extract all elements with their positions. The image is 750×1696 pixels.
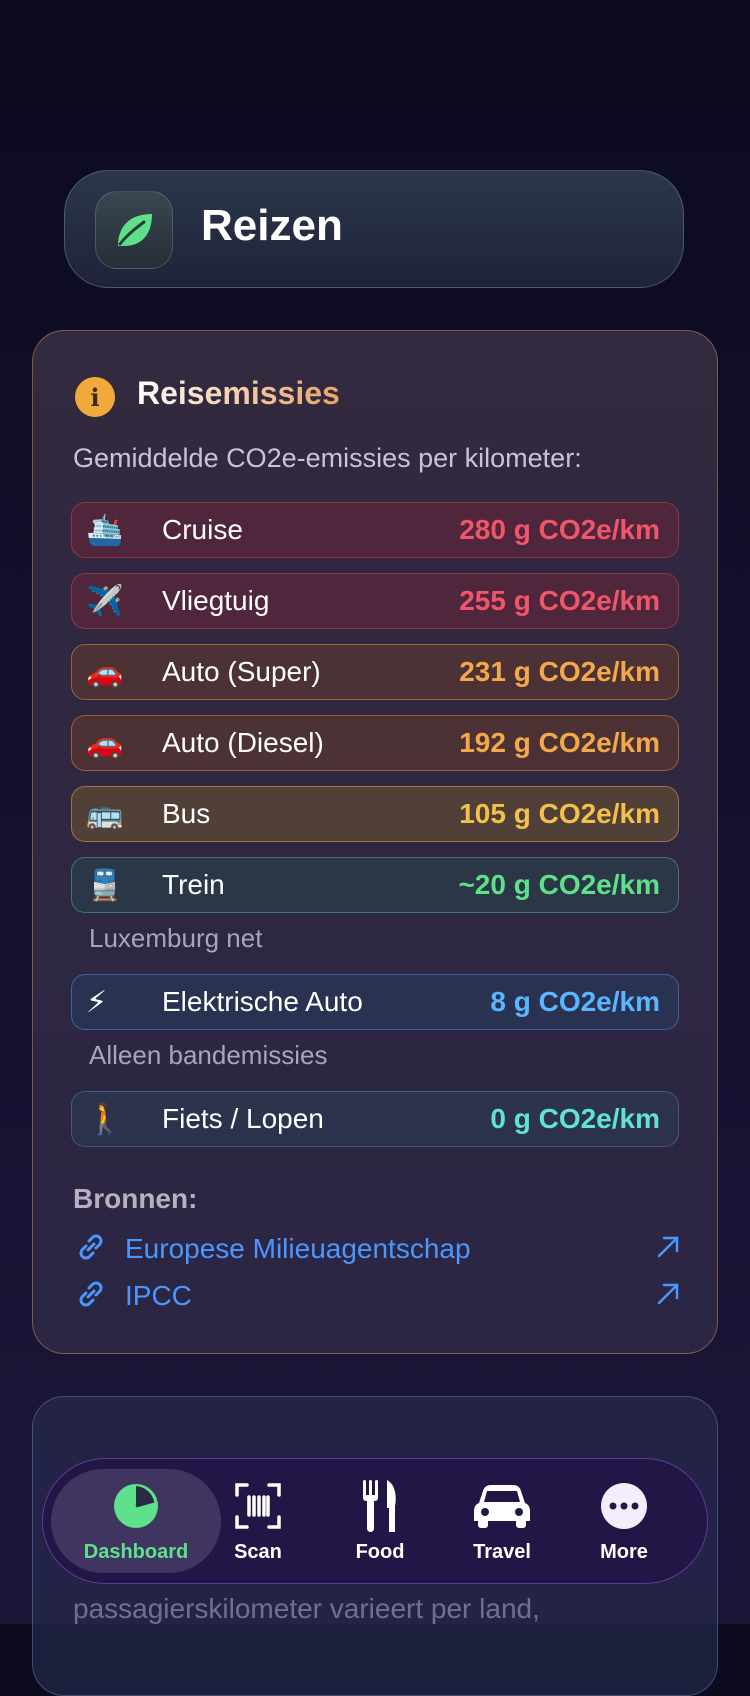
row-label: Cruise <box>162 514 243 545</box>
row-label: Bus <box>162 798 211 829</box>
row-label: Trein <box>162 869 225 900</box>
source-link-ipcc[interactable]: IPCC <box>73 1276 683 1316</box>
barcode-scan-icon <box>233 1475 283 1537</box>
card2-body-text: passagierskilometer varieert per land, <box>73 1593 540 1624</box>
airplane-icon: ✈️ <box>86 584 124 618</box>
row-value: 0 g CO2e/km <box>490 1103 660 1134</box>
row-label: Auto (Super) <box>162 656 321 687</box>
row-value: 255 g CO2e/km <box>459 585 660 616</box>
emission-row-plane: ✈️ Vliegtuig 255 g CO2e/km <box>71 573 679 629</box>
external-link-arrow-icon <box>653 1232 683 1267</box>
ellipsis-icon <box>599 1475 649 1537</box>
train-note: Luxemburg net <box>89 923 263 953</box>
row-label: Vliegtuig <box>162 585 270 616</box>
emission-row-bus: 🚌 Bus 105 g CO2e/km <box>71 786 679 842</box>
emission-row-bike-walk: 🚶 Fiets / Lopen 0 g CO2e/km <box>71 1091 679 1147</box>
page-title: Reizen <box>201 201 343 250</box>
emission-row-ev: ⚡ Elektrische Auto 8 g CO2e/km <box>71 974 679 1030</box>
tab-bar: Dashboard Scan Food Travel More <box>42 1458 708 1584</box>
row-value: 192 g CO2e/km <box>459 727 660 758</box>
row-label: Fiets / Lopen <box>162 1103 324 1134</box>
row-value: 280 g CO2e/km <box>459 514 660 545</box>
emission-row-cruise: 🛳️ Cruise 280 g CO2e/km <box>71 502 679 558</box>
card-subtitle: Gemiddelde CO2e-emissies per kilometer: <box>73 443 582 473</box>
tab-scan[interactable]: Scan <box>193 1469 323 1573</box>
row-value: ~20 g CO2e/km <box>458 869 660 900</box>
sources-label: Bronnen: <box>73 1183 198 1214</box>
source-label: IPCC <box>125 1280 192 1311</box>
ship-icon: 🛳️ <box>86 513 124 547</box>
pie-chart-icon <box>111 1475 161 1537</box>
travel-emissions-card: i Reisemissies Gemiddelde CO2e-emissies … <box>32 330 718 1354</box>
row-label: Auto (Diesel) <box>162 727 324 758</box>
bus-icon: 🚌 <box>86 797 124 831</box>
tab-label: Dashboard <box>83 1541 189 1563</box>
emission-row-train: 🚆 Trein ~20 g CO2e/km <box>71 857 679 913</box>
row-value: 8 g CO2e/km <box>490 986 660 1017</box>
lightning-icon: ⚡ <box>86 985 108 1019</box>
car-icon <box>473 1475 531 1537</box>
fork-knife-icon <box>355 1475 405 1537</box>
car-icon: 🚗 <box>86 655 124 689</box>
info-icon: i <box>75 377 115 417</box>
row-value: 231 g CO2e/km <box>459 656 660 687</box>
source-link-eea[interactable]: Europese Milieuagentschap <box>73 1229 683 1269</box>
ev-note: Alleen bandemissies <box>89 1040 328 1070</box>
tab-label: Travel <box>473 1541 531 1563</box>
link-icon <box>73 1229 125 1270</box>
row-label: Elektrische Auto <box>162 986 363 1017</box>
row-value: 105 g CO2e/km <box>459 798 660 829</box>
tab-label: More <box>600 1541 648 1563</box>
tab-food[interactable]: Food <box>315 1469 445 1573</box>
tab-more[interactable]: More <box>559 1469 689 1573</box>
external-link-arrow-icon <box>653 1279 683 1314</box>
walking-person-icon: 🚶 <box>86 1102 124 1136</box>
emission-row-car-petrol: 🚗 Auto (Super) 231 g CO2e/km <box>71 644 679 700</box>
card-title: Reisemissies <box>137 375 340 411</box>
emission-row-car-diesel: 🚗 Auto (Diesel) 192 g CO2e/km <box>71 715 679 771</box>
link-icon <box>73 1276 125 1317</box>
source-label: Europese Milieuagentschap <box>125 1233 471 1264</box>
car-icon: 🚗 <box>86 726 124 760</box>
tab-travel[interactable]: Travel <box>437 1469 567 1573</box>
train-icon: 🚆 <box>86 868 124 902</box>
leaf-icon <box>95 191 173 269</box>
tab-label: Scan <box>234 1541 282 1563</box>
tab-label: Food <box>355 1541 405 1563</box>
section-header: Reizen <box>64 170 684 288</box>
